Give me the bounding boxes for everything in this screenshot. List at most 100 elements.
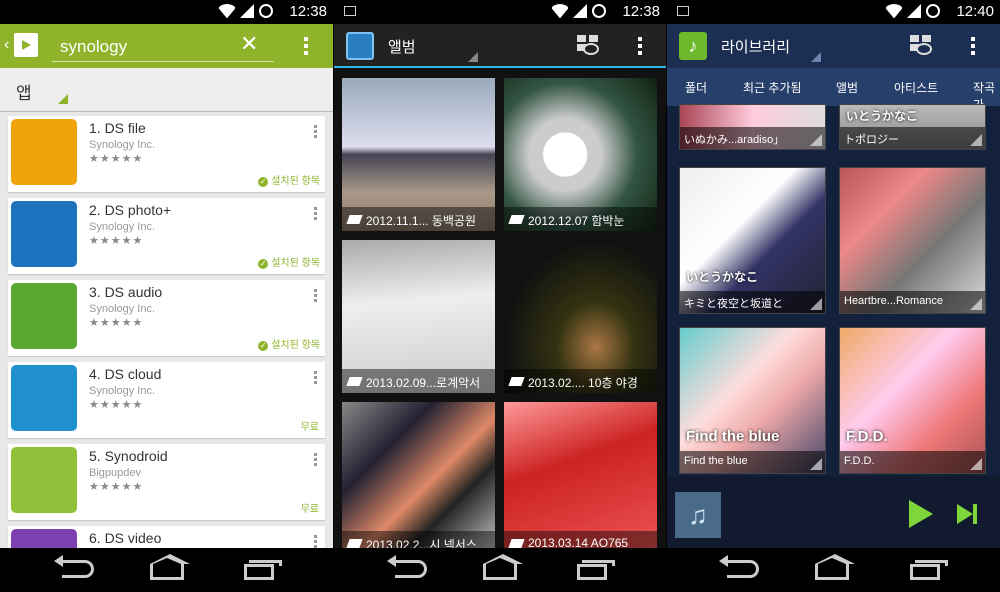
album-thumbnail[interactable]: 2013.02.... 10층 야경 — [504, 240, 657, 393]
music-note-icon[interactable] — [11, 283, 77, 349]
cloud-sync-icon[interactable] — [11, 365, 77, 431]
album-cover[interactable]: Find the blue Find the blue — [679, 327, 826, 474]
item-menu-icon[interactable] — [314, 371, 317, 386]
sync-icon — [259, 4, 273, 18]
status-time: 12:40 — [956, 3, 994, 20]
signal-icon — [573, 4, 587, 18]
item-menu-icon[interactable] — [314, 125, 317, 140]
gallery-action-bar: 앨범 — [334, 24, 666, 68]
recents-icon[interactable] — [244, 560, 282, 580]
album-cover[interactable]: いぬかみ...aradiso」 — [679, 104, 826, 150]
status-bar: 12:38 — [0, 0, 333, 24]
skip-next-icon[interactable] — [957, 504, 977, 524]
folder-sync-icon[interactable] — [11, 119, 77, 185]
installed-badge: ✓ 설치된 항목 — [258, 254, 320, 269]
recents-icon[interactable] — [910, 560, 948, 580]
price-label: 무료 — [300, 422, 319, 433]
status-time: 12:38 — [289, 3, 327, 20]
check-icon: ✓ — [258, 341, 269, 351]
item-menu-icon[interactable] — [314, 453, 317, 468]
check-icon: ✓ — [258, 259, 269, 269]
status-time: 12:38 — [622, 3, 660, 20]
home-icon[interactable] — [150, 554, 190, 580]
clapper-icon[interactable] — [11, 529, 77, 548]
category-header[interactable]: 앱 — [0, 68, 333, 112]
cover-text: Find the blue — [686, 428, 780, 445]
view-toggle-icon[interactable] — [910, 35, 934, 57]
search-query: synology — [60, 37, 128, 56]
album-caption: 2012.12.07 함박눈 — [504, 207, 657, 231]
play-icon[interactable] — [909, 500, 933, 528]
play-store-icon[interactable] — [14, 33, 38, 57]
home-icon[interactable] — [815, 554, 855, 580]
album-caption: 2013.03.14 AO765 — [504, 531, 657, 548]
now-playing-bar[interactable]: ♫ — [667, 476, 1000, 548]
album-thumbnail[interactable]: 2013.02.2...시 넥서스 — [342, 402, 495, 548]
app-name: 1. DS file — [89, 120, 146, 136]
app-list-item[interactable]: 2. DS photo+ Synology Inc. ★★★★★ ✓ 설치된 항목 — [8, 198, 325, 274]
signal-icon — [907, 4, 921, 18]
item-menu-icon[interactable] — [314, 535, 317, 548]
tab-folders[interactable]: 폴더 — [685, 79, 707, 96]
installed-label: 설치된 항목 — [271, 176, 320, 187]
dropdown-corner-icon — [468, 52, 478, 62]
back-icon[interactable] — [54, 555, 94, 578]
music-title[interactable]: 라이브러리 — [721, 36, 790, 57]
back-caret-icon[interactable]: ‹ — [4, 36, 9, 54]
tab-albums[interactable]: 앨범 — [836, 79, 858, 96]
clear-search-icon[interactable]: ✕ — [240, 33, 258, 55]
dropdown-corner-icon — [811, 52, 821, 62]
check-icon: ✓ — [258, 177, 269, 187]
album-cover[interactable]: いとうかなこ キミと夜空と坂道と — [679, 167, 826, 314]
view-toggle-icon[interactable] — [577, 35, 601, 57]
sync-icon — [592, 4, 606, 18]
item-menu-icon[interactable] — [314, 207, 317, 222]
wifi-icon — [552, 4, 568, 18]
album-art-placeholder-icon[interactable]: ♫ — [675, 492, 721, 538]
album-cover[interactable]: Heartbre...Romance — [839, 167, 986, 314]
back-icon[interactable] — [719, 555, 759, 578]
app-name: 6. DS video — [89, 530, 162, 546]
album-thumbnail[interactable]: 2012.11.1... 동백공원 — [342, 78, 495, 231]
overflow-menu-icon[interactable] — [971, 37, 975, 58]
gallery-app-icon[interactable] — [346, 32, 374, 60]
album-cover[interactable]: F.D.D. F.D.D. — [839, 327, 986, 474]
app-list-item[interactable]: 5. Synodroid Bigpupdev ★★★★★ 무료 — [8, 444, 325, 520]
home-icon[interactable] — [483, 554, 523, 580]
image-notification-icon — [344, 6, 356, 16]
tab-artists[interactable]: 아티스트 — [894, 79, 938, 96]
android-icon[interactable] — [11, 447, 77, 513]
sync-icon — [926, 4, 940, 18]
album-caption: 2013.02.... 10층 야경 — [504, 369, 657, 393]
overflow-menu-icon[interactable] — [304, 37, 308, 58]
app-list-item[interactable]: 6. DS videoSynology Inc.★★★★★ — [8, 526, 325, 548]
item-menu-icon[interactable] — [314, 289, 317, 304]
status-bar: 12:38 — [334, 0, 666, 24]
cover-text: いとうかなこ — [846, 109, 919, 123]
music-app-icon[interactable]: ♪ — [679, 32, 707, 60]
gallery-title[interactable]: 앨범 — [388, 36, 416, 57]
back-icon[interactable] — [387, 555, 427, 578]
app-list-item[interactable]: 1. DS file Synology Inc. ★★★★★ ✓ 설치된 항목 — [8, 116, 325, 192]
installed-badge: ✓ 설치된 항목 — [258, 172, 320, 187]
app-developer: Synology Inc. — [89, 303, 156, 315]
signal-icon — [240, 4, 254, 18]
album-thumbnail[interactable]: 2012.12.07 함박눈 — [504, 78, 657, 231]
library-tabs: 폴더 최근 추가됨 앨범 아티스트 작곡가 — [667, 68, 1000, 112]
album-thumbnail[interactable]: 2013.03.14 AO765 — [504, 402, 657, 548]
recents-icon[interactable] — [577, 560, 615, 580]
album-thumbnail[interactable]: 2013.02.09...로계악서 — [342, 240, 495, 393]
album-caption: 2013.02.2...시 넥서스 — [342, 531, 495, 548]
tab-recently-added[interactable]: 최근 추가됨 — [743, 79, 802, 107]
app-list-item[interactable]: 3. DS audio Synology Inc. ★★★★★ ✓ 설치된 항목 — [8, 280, 325, 356]
album-title: Find the blue — [680, 451, 825, 473]
app-developer: Synology Inc. — [89, 139, 156, 151]
album-title: キミと夜空と坂道と — [680, 291, 825, 313]
overflow-menu-icon[interactable] — [638, 37, 642, 58]
installed-badge: ✓ 설치된 항목 — [258, 336, 320, 351]
rating-stars: ★★★★★ — [89, 399, 144, 411]
photo-icon[interactable] — [11, 201, 77, 267]
app-list-item[interactable]: 4. DS cloud Synology Inc. ★★★★★ 무료 — [8, 362, 325, 438]
album-cover[interactable]: いとうかなこ トポロジー — [839, 104, 986, 150]
price-label: 무료 — [300, 504, 319, 515]
